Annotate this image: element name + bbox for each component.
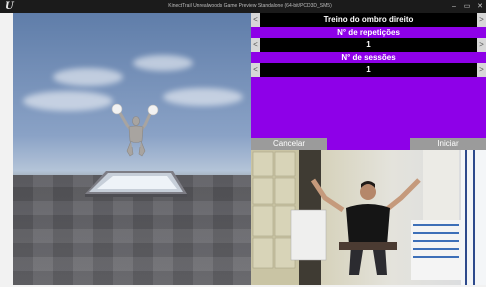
window-title: KinectTrail Unrealwoods Game Preview Sta… [168,3,332,9]
close-button[interactable]: ✕ [474,2,486,11]
right-target-sphere [147,104,159,116]
reps-decrease-arrow[interactable]: < [251,38,260,52]
kinect-camera-feed [251,150,486,285]
person [310,178,421,275]
reps-label: N° de repetições [337,28,400,37]
cancel-button[interactable]: Cancelar [251,138,327,150]
sessions-selector: < 1 > [251,63,486,77]
mannequin-avatar [111,103,159,157]
wall-chart [411,220,461,280]
title-next-arrow[interactable]: > [477,13,486,27]
window-left-border [0,13,13,285]
game-viewport[interactable] [13,13,251,285]
platform [85,171,187,197]
boxes [290,209,327,261]
camera-scene-svg [251,150,486,285]
window-titlebar: U KinectTrail Unrealwoods Game Preview S… [0,0,486,13]
maximize-button[interactable]: ▭ [461,2,473,11]
sessions-value: 1 [366,65,371,74]
reps-selector: < 1 > [251,38,486,52]
sessions-decrease-arrow[interactable]: < [251,63,260,77]
unreal-logo-icon: U [5,1,14,12]
mannequin-head [132,116,140,126]
door [423,150,459,220]
left-target-sphere [111,103,123,115]
reps-value: 1 [366,40,371,49]
reps-increase-arrow[interactable]: > [477,38,486,52]
start-button[interactable]: Iniciar [410,138,486,150]
minimize-button[interactable]: – [448,2,460,11]
exercise-title-row: < Treino do ombro direito > [251,13,486,27]
scene-svg [85,103,187,197]
sessions-increase-arrow[interactable]: > [477,63,486,77]
exercise-title: Treino do ombro direito [323,15,414,24]
sessions-label: N° de sessões [341,53,396,62]
title-prev-arrow[interactable]: < [251,13,260,27]
